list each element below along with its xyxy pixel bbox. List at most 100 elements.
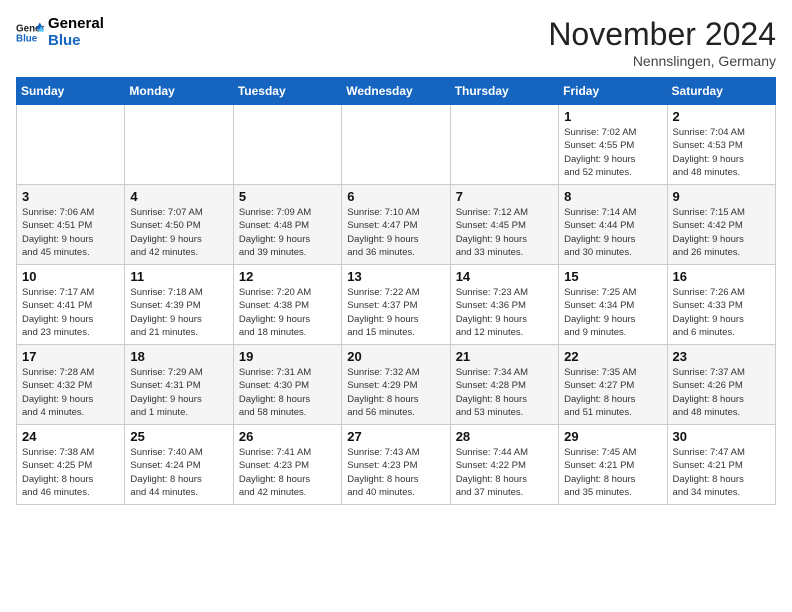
day-number: 6 — [347, 189, 444, 204]
day-number: 24 — [22, 429, 119, 444]
week-row-5: 24 Sunrise: 7:38 AM Sunset: 4:25 PM Dayli… — [17, 425, 776, 505]
title-area: November 2024 Nennslingen, Germany — [548, 16, 776, 69]
day-info: Sunrise: 7:06 AM Sunset: 4:51 PM Dayligh… — [22, 206, 119, 259]
day-info: Sunrise: 7:35 AM Sunset: 4:27 PM Dayligh… — [564, 366, 661, 419]
logo-general: General — [48, 16, 104, 33]
day-info: Sunrise: 7:47 AM Sunset: 4:21 PM Dayligh… — [673, 446, 770, 499]
day-info: Sunrise: 7:02 AM Sunset: 4:55 PM Dayligh… — [564, 126, 661, 179]
day-info: Sunrise: 7:12 AM Sunset: 4:45 PM Dayligh… — [456, 206, 553, 259]
day-info: Sunrise: 7:25 AM Sunset: 4:34 PM Dayligh… — [564, 286, 661, 339]
day-info: Sunrise: 7:14 AM Sunset: 4:44 PM Dayligh… — [564, 206, 661, 259]
day-info: Sunrise: 7:45 AM Sunset: 4:21 PM Dayligh… — [564, 446, 661, 499]
day-info: Sunrise: 7:38 AM Sunset: 4:25 PM Dayligh… — [22, 446, 119, 499]
day-number: 16 — [673, 269, 770, 284]
day-number: 19 — [239, 349, 336, 364]
day-cell — [125, 105, 233, 185]
day-cell — [233, 105, 341, 185]
header-cell-sunday: Sunday — [17, 78, 125, 105]
day-number: 14 — [456, 269, 553, 284]
day-number: 26 — [239, 429, 336, 444]
day-number: 5 — [239, 189, 336, 204]
day-cell: 26 Sunrise: 7:41 AM Sunset: 4:23 PM Dayli… — [233, 425, 341, 505]
day-number: 15 — [564, 269, 661, 284]
day-number: 22 — [564, 349, 661, 364]
location: Nennslingen, Germany — [548, 53, 776, 69]
header-cell-wednesday: Wednesday — [342, 78, 450, 105]
header-cell-thursday: Thursday — [450, 78, 558, 105]
day-cell: 15 Sunrise: 7:25 AM Sunset: 4:34 PM Dayli… — [559, 265, 667, 345]
day-cell: 11 Sunrise: 7:18 AM Sunset: 4:39 PM Dayli… — [125, 265, 233, 345]
week-row-4: 17Sunrise: 7:28 AM Sunset: 4:32 PM Dayli… — [17, 345, 776, 425]
day-number: 23 — [673, 349, 770, 364]
day-info: Sunrise: 7:41 AM Sunset: 4:23 PM Dayligh… — [239, 446, 336, 499]
day-number: 12 — [239, 269, 336, 284]
calendar-header-row: SundayMondayTuesdayWednesdayThursdayFrid… — [17, 78, 776, 105]
day-info: Sunrise: 7:32 AM Sunset: 4:29 PM Dayligh… — [347, 366, 444, 419]
day-number: 7 — [456, 189, 553, 204]
day-number: 9 — [673, 189, 770, 204]
day-info: Sunrise: 7:18 AM Sunset: 4:39 PM Dayligh… — [130, 286, 227, 339]
day-cell: 18Sunrise: 7:29 AM Sunset: 4:31 PM Dayli… — [125, 345, 233, 425]
week-row-2: 3Sunrise: 7:06 AM Sunset: 4:51 PM Daylig… — [17, 185, 776, 265]
day-number: 20 — [347, 349, 444, 364]
day-info: Sunrise: 7:23 AM Sunset: 4:36 PM Dayligh… — [456, 286, 553, 339]
day-info: Sunrise: 7:40 AM Sunset: 4:24 PM Dayligh… — [130, 446, 227, 499]
day-cell: 6 Sunrise: 7:10 AM Sunset: 4:47 PM Daylig… — [342, 185, 450, 265]
day-info: Sunrise: 7:17 AM Sunset: 4:41 PM Dayligh… — [22, 286, 119, 339]
day-cell: 3Sunrise: 7:06 AM Sunset: 4:51 PM Daylig… — [17, 185, 125, 265]
header-cell-saturday: Saturday — [667, 78, 775, 105]
day-info: Sunrise: 7:09 AM Sunset: 4:48 PM Dayligh… — [239, 206, 336, 259]
header-cell-tuesday: Tuesday — [233, 78, 341, 105]
day-cell: 1 Sunrise: 7:02 AM Sunset: 4:55 PM Daylig… — [559, 105, 667, 185]
day-info: Sunrise: 7:20 AM Sunset: 4:38 PM Dayligh… — [239, 286, 336, 339]
day-cell: 2Sunrise: 7:04 AM Sunset: 4:53 PM Daylig… — [667, 105, 775, 185]
day-info: Sunrise: 7:10 AM Sunset: 4:47 PM Dayligh… — [347, 206, 444, 259]
logo-blue: Blue — [48, 33, 104, 50]
day-cell: 29 Sunrise: 7:45 AM Sunset: 4:21 PM Dayli… — [559, 425, 667, 505]
logo-icon: General Blue — [16, 19, 44, 47]
day-number: 27 — [347, 429, 444, 444]
day-info: Sunrise: 7:37 AM Sunset: 4:26 PM Dayligh… — [673, 366, 770, 419]
day-cell: 10 Sunrise: 7:17 AM Sunset: 4:41 PM Dayli… — [17, 265, 125, 345]
header-cell-friday: Friday — [559, 78, 667, 105]
day-cell: 9 Sunrise: 7:15 AM Sunset: 4:42 PM Daylig… — [667, 185, 775, 265]
day-number: 30 — [673, 429, 770, 444]
day-cell: 7 Sunrise: 7:12 AM Sunset: 4:45 PM Daylig… — [450, 185, 558, 265]
day-number: 11 — [130, 269, 227, 284]
day-number: 10 — [22, 269, 119, 284]
day-info: Sunrise: 7:43 AM Sunset: 4:23 PM Dayligh… — [347, 446, 444, 499]
day-cell: 27 Sunrise: 7:43 AM Sunset: 4:23 PM Dayli… — [342, 425, 450, 505]
day-cell: 23 Sunrise: 7:37 AM Sunset: 4:26 PM Dayli… — [667, 345, 775, 425]
day-info: Sunrise: 7:31 AM Sunset: 4:30 PM Dayligh… — [239, 366, 336, 419]
day-cell: 4 Sunrise: 7:07 AM Sunset: 4:50 PM Daylig… — [125, 185, 233, 265]
svg-text:Blue: Blue — [16, 33, 38, 44]
month-title: November 2024 — [548, 16, 776, 53]
calendar-table: SundayMondayTuesdayWednesdayThursdayFrid… — [16, 77, 776, 505]
day-info: Sunrise: 7:28 AM Sunset: 4:32 PM Dayligh… — [22, 366, 119, 419]
day-number: 29 — [564, 429, 661, 444]
day-cell: 25 Sunrise: 7:40 AM Sunset: 4:24 PM Dayli… — [125, 425, 233, 505]
week-row-1: 1 Sunrise: 7:02 AM Sunset: 4:55 PM Daylig… — [17, 105, 776, 185]
day-cell — [342, 105, 450, 185]
day-cell: 28Sunrise: 7:44 AM Sunset: 4:22 PM Dayli… — [450, 425, 558, 505]
day-info: Sunrise: 7:26 AM Sunset: 4:33 PM Dayligh… — [673, 286, 770, 339]
day-number: 1 — [564, 109, 661, 124]
day-cell: 16 Sunrise: 7:26 AM Sunset: 4:33 PM Dayli… — [667, 265, 775, 345]
day-cell: 21Sunrise: 7:34 AM Sunset: 4:28 PM Dayli… — [450, 345, 558, 425]
day-number: 28 — [456, 429, 553, 444]
day-info: Sunrise: 7:22 AM Sunset: 4:37 PM Dayligh… — [347, 286, 444, 339]
day-cell: 19 Sunrise: 7:31 AM Sunset: 4:30 PM Dayli… — [233, 345, 341, 425]
day-cell: 22 Sunrise: 7:35 AM Sunset: 4:27 PM Dayli… — [559, 345, 667, 425]
week-row-3: 10 Sunrise: 7:17 AM Sunset: 4:41 PM Dayli… — [17, 265, 776, 345]
day-cell: 20 Sunrise: 7:32 AM Sunset: 4:29 PM Dayli… — [342, 345, 450, 425]
day-cell: 5 Sunrise: 7:09 AM Sunset: 4:48 PM Daylig… — [233, 185, 341, 265]
day-info: Sunrise: 7:15 AM Sunset: 4:42 PM Dayligh… — [673, 206, 770, 259]
day-number: 25 — [130, 429, 227, 444]
header: General Blue General Blue November 2024 … — [16, 16, 776, 69]
day-cell — [17, 105, 125, 185]
header-cell-monday: Monday — [125, 78, 233, 105]
day-info: Sunrise: 7:04 AM Sunset: 4:53 PM Dayligh… — [673, 126, 770, 179]
day-cell: 13Sunrise: 7:22 AM Sunset: 4:37 PM Dayli… — [342, 265, 450, 345]
day-info: Sunrise: 7:07 AM Sunset: 4:50 PM Dayligh… — [130, 206, 227, 259]
day-number: 4 — [130, 189, 227, 204]
